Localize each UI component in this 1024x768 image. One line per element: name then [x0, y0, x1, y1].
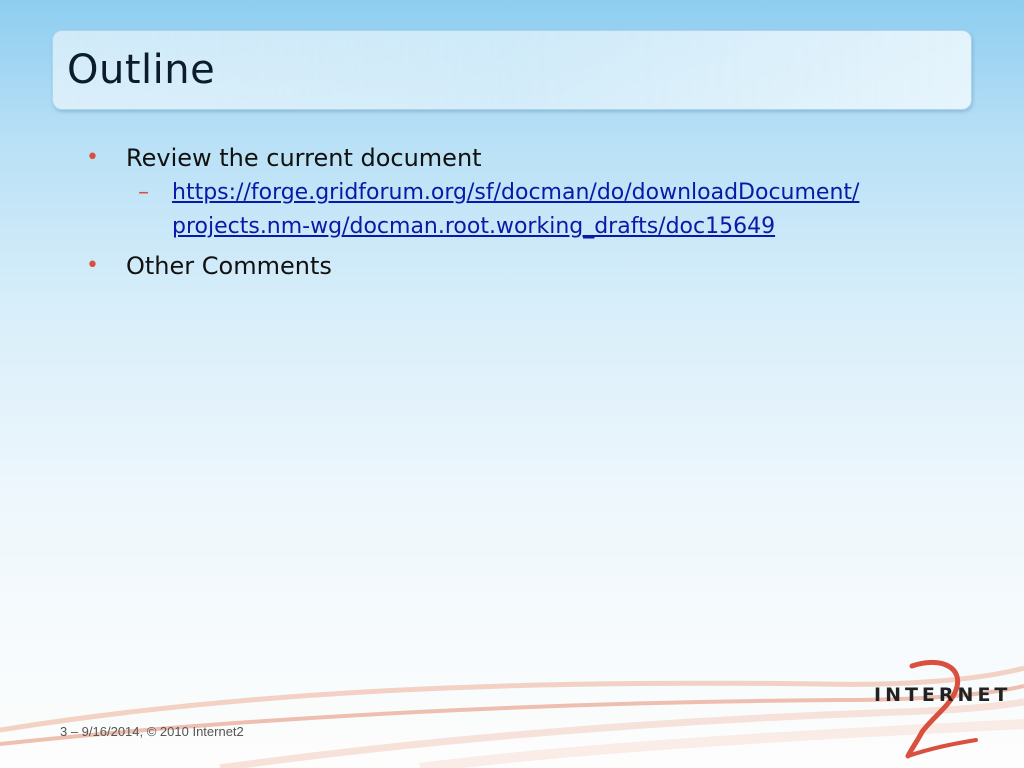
- bullet-text: Review the current document: [126, 144, 482, 172]
- internet2-logo: INTERNET: [872, 660, 1007, 760]
- dash-icon: –: [138, 180, 149, 205]
- slide-footer: 3 – 9/16/2014, © 2010 Internet2: [60, 724, 244, 739]
- bullet-item: • Other Comments: [86, 248, 946, 284]
- slide-title: Outline: [67, 47, 216, 93]
- bullet-item: • Review the current document: [86, 140, 946, 176]
- swoosh-decoration: [0, 665, 1024, 768]
- slide: Outline • Review the current document – …: [0, 0, 1024, 768]
- document-link[interactable]: https://forge.gridforum.org/sf/docman/do…: [172, 176, 862, 244]
- bullet-icon: •: [86, 145, 99, 170]
- bullet-icon: •: [86, 253, 99, 278]
- sub-bullet-item: – https://forge.gridforum.org/sf/docman/…: [86, 176, 946, 244]
- slide-body: • Review the current document – https://…: [86, 140, 946, 284]
- logo-mark-icon: [905, 660, 978, 759]
- bullet-text: Other Comments: [126, 252, 332, 280]
- logo-text: INTERNET: [874, 684, 1012, 706]
- title-box: Outline: [52, 30, 972, 110]
